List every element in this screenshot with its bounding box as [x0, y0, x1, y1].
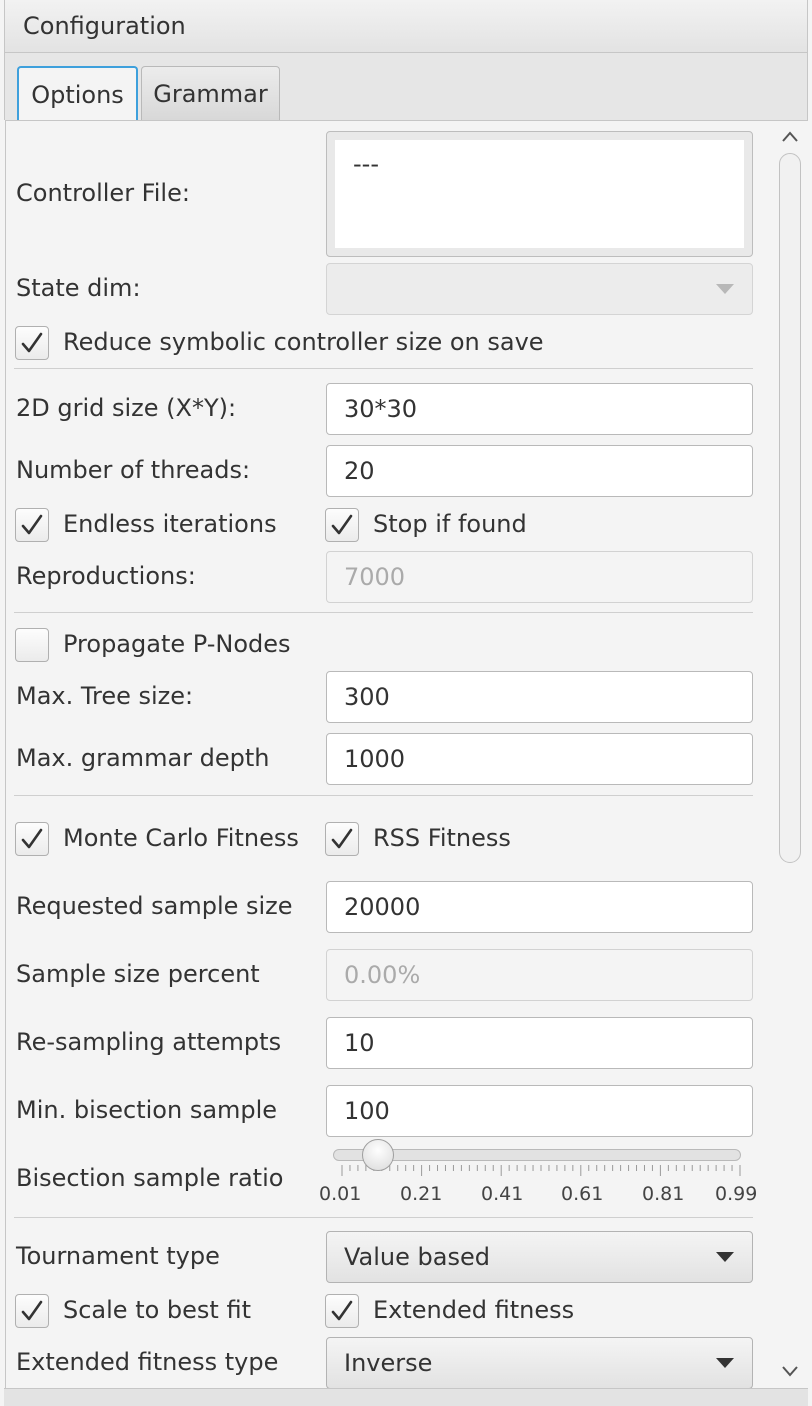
slider-tick-label: 0.61 — [561, 1183, 604, 1205]
max-tree-size-input[interactable]: 300 — [326, 671, 753, 723]
check-icon — [331, 1300, 353, 1321]
state-dim-combo[interactable] — [326, 263, 753, 315]
reproductions-input: 7000 — [326, 551, 753, 603]
bisection-sample-ratio-thumb[interactable] — [361, 1139, 394, 1171]
check-icon — [21, 514, 43, 535]
propagate-pnodes-label: Propagate P-Nodes — [63, 630, 291, 658]
endless-iterations-checkbox[interactable] — [15, 508, 49, 542]
sample-size-percent-label: Sample size percent — [16, 960, 260, 988]
chevron-up-icon[interactable] — [780, 127, 800, 147]
tab-options-label: Options — [31, 80, 124, 109]
tab-bar: Options Grammar — [4, 53, 808, 121]
scale-to-best-fit-checkbox[interactable] — [15, 1294, 49, 1328]
controller-file-text[interactable]: --- — [335, 140, 744, 248]
chevron-down-icon — [716, 1358, 734, 1368]
slider-ticks — [341, 1165, 741, 1176]
chevron-down-icon — [716, 284, 734, 294]
check-icon — [331, 514, 353, 535]
slider-tick-label: 0.81 — [642, 1183, 685, 1205]
tab-grammar-label: Grammar — [153, 79, 268, 108]
monte-carlo-fitness-label: Monte Carlo Fitness — [63, 824, 299, 852]
extended-fitness-checkbox[interactable] — [325, 1294, 359, 1328]
tab-options[interactable]: Options — [17, 66, 138, 121]
reduce-symbolic-label: Reduce symbolic controller size on save — [63, 328, 544, 356]
tournament-type-label: Tournament type — [16, 1242, 220, 1270]
stop-if-found-checkbox[interactable] — [325, 508, 359, 542]
controller-file-label: Controller File: — [16, 179, 190, 207]
stop-if-found-label: Stop if found — [373, 510, 527, 538]
min-bisection-sample-label: Min. bisection sample — [16, 1096, 278, 1124]
separator — [14, 368, 753, 369]
separator — [14, 612, 753, 613]
max-grammar-depth-label: Max. grammar depth — [16, 744, 270, 772]
state-dim-label: State dim: — [16, 274, 141, 302]
max-grammar-depth-input[interactable]: 1000 — [326, 733, 753, 785]
controller-file-area[interactable]: --- — [326, 131, 753, 257]
check-icon — [21, 1300, 43, 1321]
resampling-attempts-input[interactable]: 10 — [326, 1017, 753, 1069]
tournament-type-value: Value based — [344, 1243, 490, 1271]
rss-fitness-label: RSS Fitness — [373, 824, 511, 852]
tournament-type-combo[interactable]: Value based — [326, 1231, 753, 1283]
propagate-pnodes-checkbox[interactable] — [15, 628, 49, 662]
sample-size-percent-input: 0.00% — [326, 949, 753, 1001]
title-bar[interactable]: Configuration — [4, 0, 808, 53]
bottom-bar — [4, 1388, 808, 1406]
requested-sample-size-label: Requested sample size — [16, 892, 293, 920]
separator — [14, 1217, 753, 1218]
window-title: Configuration — [23, 12, 186, 40]
scale-to-best-fit-label: Scale to best fit — [63, 1296, 251, 1324]
tab-grammar[interactable]: Grammar — [141, 66, 280, 120]
min-bisection-sample-input[interactable]: 100 — [326, 1085, 753, 1137]
endless-iterations-label: Endless iterations — [63, 510, 277, 538]
check-icon — [331, 828, 353, 849]
options-panel: Controller File: --- State dim: Reduce s… — [5, 120, 808, 1388]
monte-carlo-fitness-checkbox[interactable] — [15, 822, 49, 856]
chevron-down-icon — [716, 1252, 734, 1262]
slider-tick-label: 0.41 — [481, 1183, 524, 1205]
extended-fitness-type-label: Extended fitness type — [16, 1348, 279, 1376]
rss-fitness-checkbox[interactable] — [325, 822, 359, 856]
slider-tick-label: 0.01 — [319, 1183, 362, 1205]
resampling-attempts-label: Re-sampling attempts — [16, 1028, 282, 1056]
scrollbar-thumb[interactable] — [779, 153, 801, 863]
extended-fitness-label: Extended fitness — [373, 1296, 575, 1324]
num-threads-label: Number of threads: — [16, 456, 251, 484]
chevron-down-icon[interactable] — [780, 1361, 800, 1381]
max-tree-size-label: Max. Tree size: — [16, 682, 194, 710]
grid-size-label: 2D grid size (X*Y): — [16, 394, 237, 422]
num-threads-input[interactable]: 20 — [326, 445, 753, 497]
reproductions-label: Reproductions: — [16, 562, 196, 590]
grid-size-input[interactable]: 30*30 — [326, 383, 753, 435]
slider-tick-label: 0.99 — [715, 1183, 758, 1205]
separator — [14, 795, 753, 796]
check-icon — [21, 332, 43, 353]
slider-tick-label: 0.21 — [400, 1183, 443, 1205]
extended-fitness-type-combo[interactable]: Inverse — [326, 1337, 753, 1388]
bisection-sample-ratio-track[interactable] — [333, 1149, 741, 1161]
extended-fitness-type-value: Inverse — [344, 1349, 433, 1377]
reduce-symbolic-checkbox[interactable] — [15, 326, 49, 360]
vertical-scrollbar[interactable] — [774, 121, 804, 1388]
requested-sample-size-input[interactable]: 20000 — [326, 881, 753, 933]
bisection-sample-ratio-label: Bisection sample ratio — [16, 1164, 284, 1192]
check-icon — [21, 828, 43, 849]
